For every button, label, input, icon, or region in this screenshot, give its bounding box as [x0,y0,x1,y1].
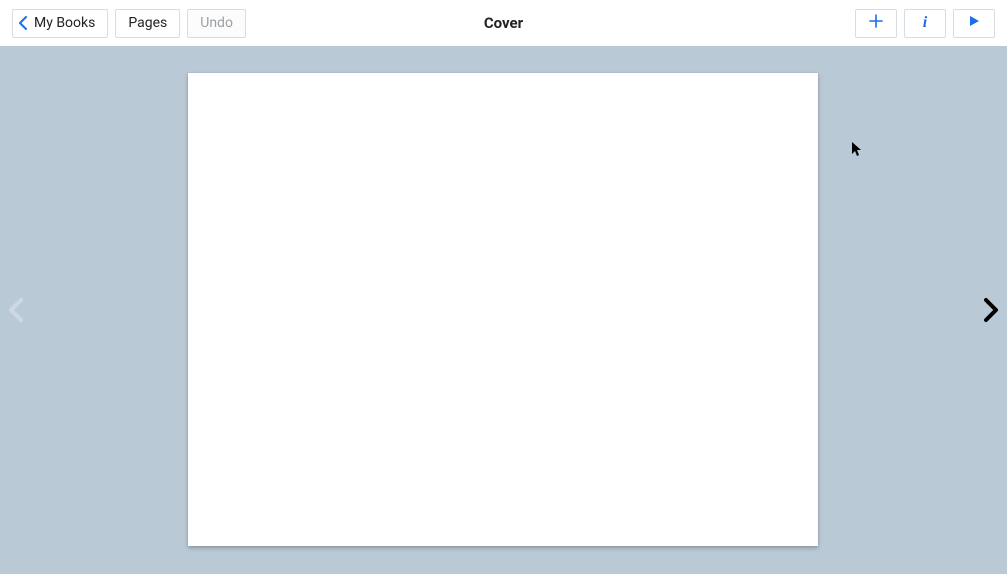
editor-stage [0,46,1007,574]
next-page-button[interactable] [977,298,1005,326]
toolbar-left-group: My Books Pages Undo [12,9,246,38]
my-books-label: My Books [34,15,95,31]
undo-label: Undo [200,15,233,31]
top-toolbar: My Books Pages Undo Cover i [0,0,1007,46]
prev-page-button[interactable] [2,298,30,326]
undo-button[interactable]: Undo [187,9,246,38]
mouse-cursor-icon [852,142,864,162]
play-button[interactable] [953,9,995,38]
add-button[interactable] [855,9,897,38]
book-page-canvas[interactable] [188,73,818,546]
pages-label: Pages [128,15,167,31]
toolbar-right-group: i [855,9,995,38]
chevron-left-icon [7,297,25,327]
play-icon [968,15,980,31]
chevron-left-icon [19,16,28,30]
my-books-button[interactable]: My Books [12,9,108,38]
info-button[interactable]: i [904,9,946,38]
plus-icon [869,14,883,32]
chevron-right-icon [982,297,1000,327]
info-icon: i [923,14,927,32]
pages-button[interactable]: Pages [115,9,180,38]
